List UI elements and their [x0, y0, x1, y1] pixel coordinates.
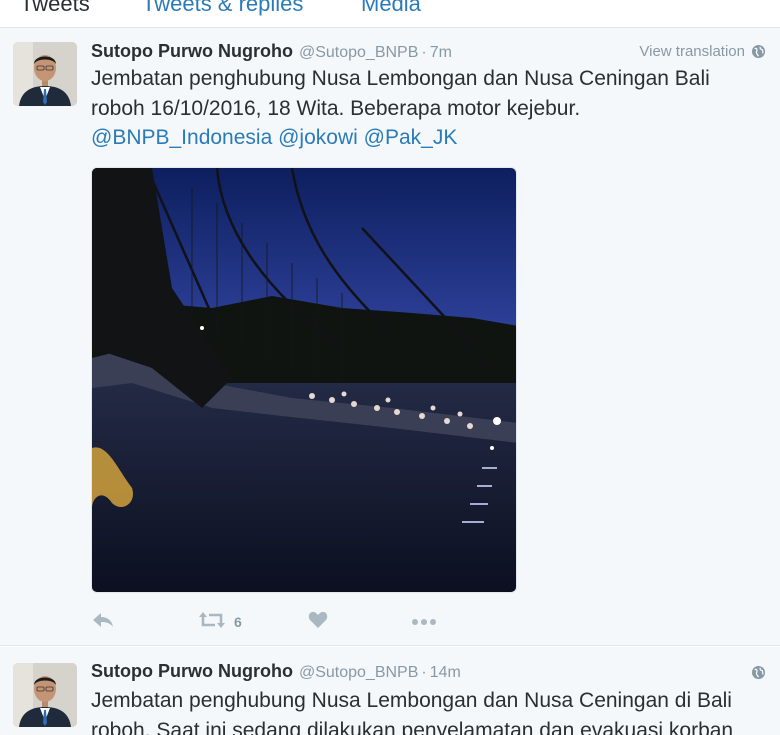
more-button[interactable]	[411, 610, 437, 634]
tweet-photo[interactable]	[91, 167, 517, 593]
mention-link[interactable]: @jokowi	[278, 126, 358, 149]
author-handle[interactable]: @Sutopo_BNPB	[299, 44, 418, 61]
tweet-mentions: @BNPB_Indonesia @jokowi @Pak_JK	[91, 123, 761, 153]
tweet[interactable]: Sutopo Purwo Nugroho @Sutopo_BNPB · 14m Jem…	[0, 647, 780, 735]
tweet-text-line: roboh. Saat ini sedang dilakukan penyela…	[91, 718, 734, 735]
author-name[interactable]: Sutopo Purwo Nugroho	[91, 661, 293, 681]
tweet-timestamp[interactable]: 14m	[430, 664, 461, 681]
tab-tweets[interactable]: Tweets	[20, 0, 90, 17]
more-icon	[411, 613, 437, 631]
author-name[interactable]: Sutopo Purwo Nugroho	[91, 41, 293, 61]
separator-dot: ·	[421, 44, 427, 61]
tweet[interactable]: Sutopo Purwo Nugroho @Sutopo_BNPB · 7m View…	[0, 28, 780, 646]
author-handle[interactable]: @Sutopo_BNPB	[299, 664, 418, 681]
like-button[interactable]	[308, 610, 328, 634]
tweet-text: Jembatan penghubung Nusa Lembongan dan N…	[91, 686, 761, 735]
tweet-text-line: Jembatan penghubung Nusa Lembongan dan N…	[91, 689, 732, 712]
tweet-text: Jembatan penghubung Nusa Lembongan dan N…	[91, 64, 761, 153]
globe-icon	[751, 44, 766, 59]
separator-dot: ·	[421, 664, 427, 681]
retweet-icon	[198, 610, 226, 635]
view-translation-link[interactable]: View translation	[639, 43, 766, 60]
profile-tabs: Tweets Tweets & replies Media	[0, 0, 780, 28]
tweet-timestamp[interactable]: 7m	[430, 44, 452, 61]
retweet-button[interactable]: 6	[198, 610, 242, 634]
tweet-header: Sutopo Purwo Nugroho @Sutopo_BNPB · 14m	[91, 661, 461, 685]
reply-button[interactable]	[91, 610, 115, 634]
tweet-actions: 6	[91, 610, 491, 634]
mention-link[interactable]: @BNPB_Indonesia	[91, 126, 272, 149]
tweet-header: Sutopo Purwo Nugroho @Sutopo_BNPB · 7m	[91, 41, 452, 65]
avatar[interactable]	[13, 42, 77, 106]
retweet-count: 6	[234, 614, 242, 630]
tweet-text-line: Jembatan penghubung Nusa Lembongan dan N…	[91, 67, 710, 90]
tab-media[interactable]: Media	[361, 0, 421, 17]
mention-link[interactable]: @Pak_JK	[364, 126, 458, 149]
heart-icon	[308, 611, 328, 634]
view-translation-label: View translation	[639, 43, 745, 60]
tweet-text-line: roboh 16/10/2016, 18 Wita. Beberapa moto…	[91, 96, 581, 120]
reply-icon	[91, 611, 115, 634]
globe-icon[interactable]	[751, 665, 766, 680]
tab-tweets-and-replies[interactable]: Tweets & replies	[142, 0, 303, 17]
avatar[interactable]	[13, 663, 77, 727]
